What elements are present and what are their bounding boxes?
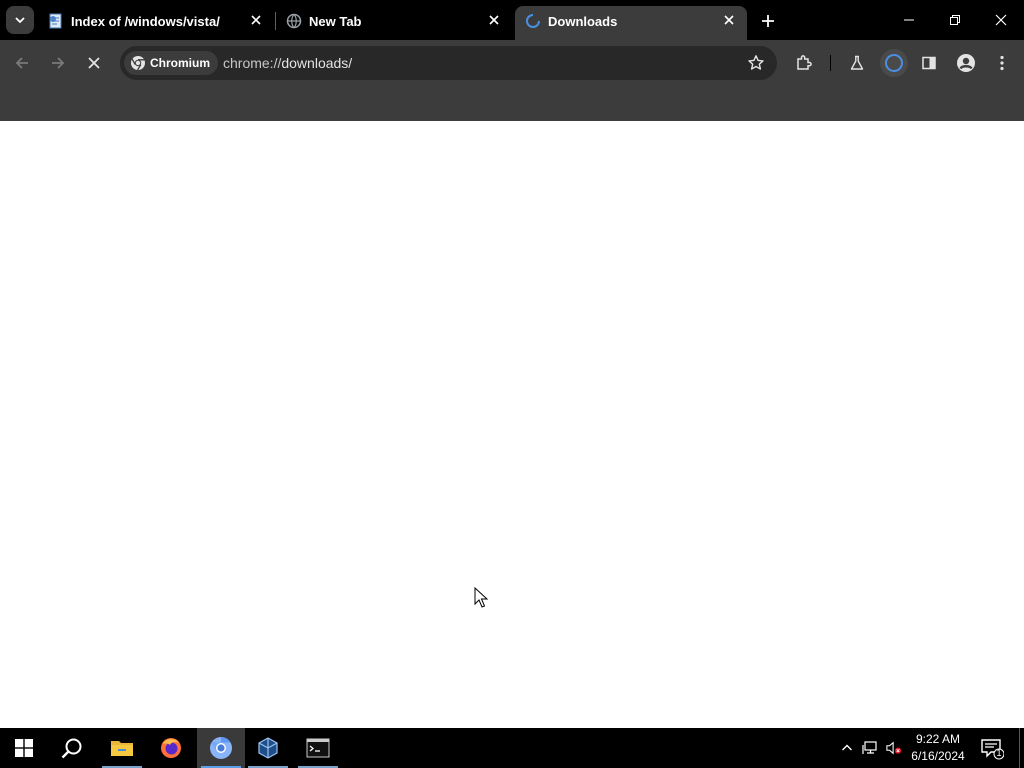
- close-icon[interactable]: [486, 12, 502, 28]
- stop-loading-button[interactable]: [80, 49, 108, 77]
- chromium-icon: [210, 737, 232, 759]
- plus-icon: [762, 15, 774, 27]
- url-scheme: chrome://: [223, 55, 282, 71]
- menu-button[interactable]: [988, 49, 1016, 77]
- new-tab-button[interactable]: [757, 10, 779, 32]
- extensions-button[interactable]: [790, 49, 818, 77]
- taskbar-chromium[interactable]: [197, 728, 245, 768]
- taskbar-clock[interactable]: 9:22 AM 6/16/2024: [904, 731, 972, 765]
- download-progress-button[interactable]: [880, 49, 908, 77]
- close-window-button[interactable]: [978, 0, 1024, 40]
- tab-search-button[interactable]: [6, 6, 34, 34]
- chromium-icon: [131, 56, 145, 71]
- start-icon: [15, 739, 33, 757]
- page-content[interactable]: [0, 121, 1024, 728]
- chevron-down-icon: [15, 17, 25, 24]
- virtualbox-icon: [258, 737, 278, 759]
- tab-new-tab[interactable]: New Tab: [276, 6, 512, 40]
- flask-icon: [850, 55, 864, 70]
- address-bar[interactable]: Chromium chrome://downloads/: [120, 46, 777, 80]
- start-button[interactable]: [0, 728, 48, 768]
- firefox-icon: [161, 738, 181, 758]
- close-icon[interactable]: [248, 12, 264, 28]
- network-status[interactable]: [862, 740, 878, 756]
- terminal-icon: [306, 738, 330, 758]
- taskbar: 9:22 AM 6/16/2024 1: [0, 728, 1024, 768]
- url-text[interactable]: chrome://downloads/: [223, 55, 352, 71]
- search-icon: [61, 738, 82, 759]
- tray-overflow-button[interactable]: [839, 740, 855, 756]
- chip-label: Chromium: [150, 56, 210, 70]
- close-icon[interactable]: [721, 12, 737, 28]
- minimize-icon: [904, 19, 914, 21]
- close-icon: [88, 57, 100, 69]
- file-explorer-icon: [111, 741, 133, 756]
- tab-title: New Tab: [309, 14, 362, 29]
- taskbar-file-explorer[interactable]: [98, 728, 146, 768]
- taskbar-firefox[interactable]: [147, 728, 195, 768]
- site-info-chip[interactable]: Chromium: [124, 51, 218, 75]
- minimize-button[interactable]: [886, 0, 932, 40]
- volume-muted-icon: [886, 741, 902, 755]
- notification-count: 1: [996, 748, 1002, 758]
- avatar-icon: [957, 54, 975, 72]
- arrow-right-icon: [52, 57, 65, 69]
- more-vertical-icon: [1000, 55, 1004, 71]
- tab-index-vista[interactable]: Index of /windows/vista/: [38, 6, 274, 40]
- network-icon: [862, 741, 877, 754]
- clock-time: 9:22 AM: [915, 732, 961, 746]
- profile-button[interactable]: [952, 49, 980, 77]
- restore-icon: [950, 15, 960, 25]
- loading-spinner-icon: [885, 54, 903, 72]
- volume-status[interactable]: [886, 740, 902, 756]
- star-icon[interactable]: [747, 54, 765, 72]
- tab-title: Index of /windows/vista/: [71, 14, 220, 29]
- forward-button[interactable]: [44, 49, 72, 77]
- chevron-up-icon: [842, 744, 852, 751]
- tab-downloads[interactable]: Downloads: [515, 6, 747, 40]
- browser-toolbar: Chromium chrome://downloads/: [0, 40, 1024, 86]
- arrow-left-icon: [15, 57, 28, 69]
- restore-button[interactable]: [932, 0, 978, 40]
- search-button[interactable]: [48, 728, 96, 768]
- taskbar-terminal[interactable]: [294, 728, 342, 768]
- document-page-icon: [48, 13, 64, 29]
- url-path: downloads/: [281, 55, 353, 71]
- toolbar-divider: [830, 55, 831, 71]
- action-center-button[interactable]: 1: [980, 736, 1005, 760]
- loading-spinner-icon: [525, 13, 541, 29]
- mouse-cursor-icon: [474, 587, 488, 608]
- labs-button[interactable]: [843, 49, 871, 77]
- taskbar-virtualbox[interactable]: [244, 728, 292, 768]
- puzzle-icon: [797, 55, 812, 70]
- back-button[interactable]: [8, 49, 36, 77]
- clock-date: 6/16/2024: [911, 749, 965, 763]
- side-panel-button[interactable]: [915, 49, 943, 77]
- toolbar-extension-area: [0, 86, 1024, 121]
- globe-icon: [286, 13, 302, 29]
- tab-strip: Index of /windows/vista/ New Tab Downloa…: [0, 0, 1024, 40]
- tab-title: Downloads: [548, 14, 618, 29]
- show-desktop-button[interactable]: [1019, 728, 1020, 768]
- close-icon: [995, 14, 1007, 26]
- side-panel-icon: [922, 56, 936, 70]
